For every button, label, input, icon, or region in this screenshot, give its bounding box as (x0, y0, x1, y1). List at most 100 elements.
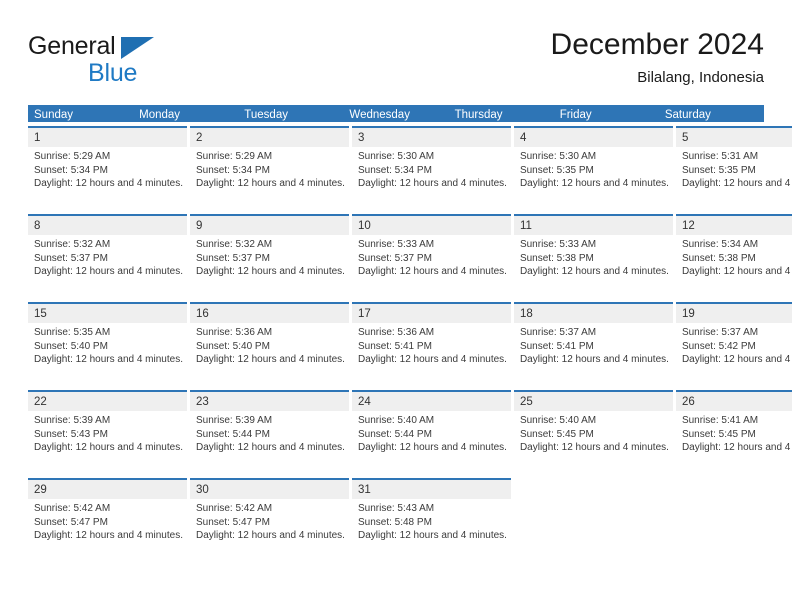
day-number-strip: 9 (189, 216, 349, 235)
calendar-day-cell[interactable]: 1 Sunrise: 5:29 AM Sunset: 5:34 PM Daylight… (28, 126, 187, 210)
calendar-day-cell[interactable]: 19 Sunrise: 5:37 AM Sunset: 5:42 PM Dayligh… (675, 302, 792, 386)
calendar-day-cell[interactable]: 29 Sunrise: 5:42 AM Sunset: 5:47 PM Dayligh… (28, 478, 187, 562)
calendar-day-cell[interactable]: 18 Sunrise: 5:37 AM Sunset: 5:41 PM Dayligh… (513, 302, 673, 386)
sunrise-text: Sunrise: 5:39 AM (195, 415, 273, 426)
day-details: Sunrise: 5:42 AM Sunset: 5:47 PM Daylight:… (190, 499, 349, 543)
day-details (704, 499, 764, 502)
sunset-text: Sunset: 5:48 PM (357, 516, 432, 528)
sunrise-text: Sunrise: 5:39 AM (34, 415, 111, 426)
calendar-day-cell[interactable]: 11 Sunrise: 5:33 AM Sunset: 5:38 PM Dayligh… (513, 214, 673, 298)
calendar-day-cell[interactable]: 22 Sunrise: 5:39 AM Sunset: 5:43 PM Dayligh… (28, 390, 187, 474)
calendar-day-cell[interactable]: 15 Sunrise: 5:35 AM Sunset: 5:40 PM Dayligh… (28, 302, 187, 386)
sunset-text: Sunset: 5:41 PM (519, 340, 594, 352)
calendar-weeks: 1 Sunrise: 5:29 AM Sunset: 5:34 PM Daylight… (28, 126, 792, 562)
day-number: 9 (195, 220, 203, 232)
weekday-header-saturday: Saturday (664, 109, 711, 121)
sunrise-text: Sunrise: 5:29 AM (34, 151, 111, 162)
sunset-text: Sunset: 5:34 PM (34, 164, 108, 176)
calendar-day-cell[interactable]: 8 Sunrise: 5:32 AM Sunset: 5:37 PM Daylight… (28, 214, 187, 298)
day-details (514, 499, 574, 502)
day-details: Sunrise: 5:31 AM Sunset: 5:35 PM Daylight:… (676, 147, 792, 191)
calendar-day-cell[interactable]: 17 Sunrise: 5:36 AM Sunset: 5:41 PM Dayligh… (351, 302, 511, 386)
day-number: 3 (357, 132, 365, 144)
day-number-strip: 5 (675, 128, 792, 147)
calendar-day-cell[interactable]: 9 Sunrise: 5:32 AM Sunset: 5:37 PM Daylight… (189, 214, 349, 298)
sunrise-text: Sunrise: 5:30 AM (357, 151, 435, 162)
sunset-text: Sunset: 5:37 PM (34, 252, 108, 264)
daylight-text: Daylight: 12 hours and 4 minutes. (357, 266, 507, 278)
brand-logo[interactable]: General Blue (28, 32, 248, 94)
day-number: 30 (195, 484, 209, 496)
calendar-day-cell[interactable]: 5 Sunrise: 5:31 AM Sunset: 5:35 PM Daylight… (675, 126, 792, 210)
day-number: 24 (357, 396, 371, 408)
sunset-text: Sunset: 5:37 PM (195, 252, 270, 264)
sunset-text: Sunset: 5:38 PM (681, 252, 756, 264)
day-number: 26 (681, 396, 695, 408)
sunset-text: Sunset: 5:43 PM (34, 428, 108, 440)
calendar-week-row: 22 Sunrise: 5:39 AM Sunset: 5:43 PM Dayligh… (28, 390, 792, 474)
sunrise-text: Sunrise: 5:34 AM (681, 239, 759, 250)
calendar-week-row: 8 Sunrise: 5:32 AM Sunset: 5:37 PM Daylight… (28, 214, 792, 298)
day-details: Sunrise: 5:33 AM Sunset: 5:38 PM Daylight:… (514, 235, 673, 279)
day-number-strip (577, 480, 637, 499)
sunrise-text: Sunrise: 5:42 AM (34, 503, 111, 514)
day-number-strip (514, 480, 574, 499)
day-number: 12 (681, 220, 695, 232)
day-number-strip: 12 (675, 216, 792, 235)
sunset-text: Sunset: 5:38 PM (519, 252, 594, 264)
calendar-day-cell[interactable]: 12 Sunrise: 5:34 AM Sunset: 5:38 PM Dayligh… (675, 214, 792, 298)
calendar-day-cell[interactable]: 25 Sunrise: 5:40 AM Sunset: 5:45 PM Dayligh… (513, 390, 673, 474)
weekday-header-thursday: Thursday (454, 109, 503, 121)
calendar-day-cell[interactable]: 31 Sunrise: 5:43 AM Sunset: 5:48 PM Dayligh… (351, 478, 511, 562)
sunrise-text: Sunrise: 5:40 AM (519, 415, 597, 426)
daylight-text: Daylight: 12 hours and 4 minutes. (34, 266, 183, 278)
day-number-strip (640, 480, 700, 499)
day-number: 23 (195, 396, 209, 408)
calendar-day-cell[interactable]: 4 Sunrise: 5:30 AM Sunset: 5:35 PM Daylight… (513, 126, 673, 210)
triangle-flag-icon (121, 37, 154, 59)
day-number: 22 (34, 396, 47, 408)
day-details: Sunrise: 5:29 AM Sunset: 5:34 PM Daylight:… (28, 147, 187, 191)
day-details: Sunrise: 5:43 AM Sunset: 5:48 PM Daylight:… (352, 499, 511, 543)
day-number: 25 (519, 396, 533, 408)
calendar-day-cell-empty (577, 478, 637, 562)
calendar-day-cell[interactable]: 10 Sunrise: 5:33 AM Sunset: 5:37 PM Dayligh… (351, 214, 511, 298)
day-details (640, 499, 700, 502)
calendar-day-cell[interactable]: 16 Sunrise: 5:36 AM Sunset: 5:40 PM Dayligh… (189, 302, 349, 386)
sunset-text: Sunset: 5:35 PM (681, 164, 756, 176)
calendar-day-cell[interactable]: 30 Sunrise: 5:42 AM Sunset: 5:47 PM Dayligh… (189, 478, 349, 562)
calendar-day-cell[interactable]: 3 Sunrise: 5:30 AM Sunset: 5:34 PM Daylight… (351, 126, 511, 210)
day-number-strip: 3 (351, 128, 511, 147)
daylight-text: Daylight: 12 hours and 4 minutes. (519, 178, 669, 190)
daylight-text: Daylight: 12 hours and 4 minutes. (357, 530, 507, 542)
day-number-strip: 22 (28, 392, 187, 411)
page-subtitle: Bilalang, Indonesia (637, 69, 764, 86)
day-number-strip: 18 (513, 304, 673, 323)
day-number-strip: 4 (513, 128, 673, 147)
calendar-day-cell[interactable]: 2 Sunrise: 5:29 AM Sunset: 5:34 PM Daylight… (189, 126, 349, 210)
calendar-day-cell[interactable]: 24 Sunrise: 5:40 AM Sunset: 5:44 PM Dayligh… (351, 390, 511, 474)
sunrise-text: Sunrise: 5:37 AM (681, 327, 759, 338)
daylight-text: Daylight: 12 hours and 4 minutes. (34, 442, 183, 454)
calendar-day-cell[interactable]: 26 Sunrise: 5:41 AM Sunset: 5:45 PM Dayligh… (675, 390, 792, 474)
day-details: Sunrise: 5:42 AM Sunset: 5:47 PM Daylight:… (28, 499, 187, 543)
day-details: Sunrise: 5:37 AM Sunset: 5:42 PM Daylight:… (676, 323, 792, 367)
day-number-strip: 25 (513, 392, 673, 411)
day-number: 17 (357, 308, 371, 320)
sunrise-text: Sunrise: 5:43 AM (357, 503, 435, 514)
sunset-text: Sunset: 5:44 PM (195, 428, 270, 440)
day-number-strip: 29 (28, 480, 187, 499)
sunrise-text: Sunrise: 5:42 AM (195, 503, 273, 514)
day-number: 29 (34, 484, 47, 496)
day-number-strip: 2 (189, 128, 349, 147)
day-number-strip: 31 (351, 480, 511, 499)
day-details: Sunrise: 5:32 AM Sunset: 5:37 PM Daylight:… (190, 235, 349, 279)
day-details: Sunrise: 5:30 AM Sunset: 5:35 PM Daylight:… (514, 147, 673, 191)
day-number: 15 (34, 308, 47, 320)
calendar-day-cell[interactable]: 23 Sunrise: 5:39 AM Sunset: 5:44 PM Dayligh… (189, 390, 349, 474)
day-number: 16 (195, 308, 209, 320)
title-block: December 2024 Bilalang, Indonesia (551, 26, 764, 89)
sunset-text: Sunset: 5:37 PM (357, 252, 432, 264)
sunrise-text: Sunrise: 5:41 AM (681, 415, 759, 426)
sunrise-text: Sunrise: 5:29 AM (195, 151, 273, 162)
